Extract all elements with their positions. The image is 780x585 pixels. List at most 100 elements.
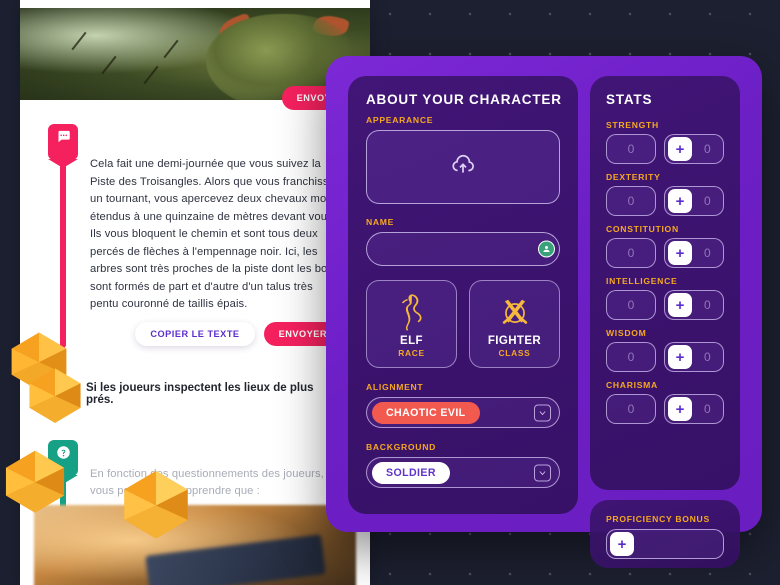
info-text-line-1: En fonction des questionnements des joue… bbox=[90, 467, 324, 498]
stats-card: STATS STRENGTH 0 + 0 DEXTERITY 0 + 0 CON… bbox=[590, 76, 740, 490]
stat-modifier-field[interactable]: + 0 bbox=[664, 134, 724, 164]
alignment-label: ALIGNMENT bbox=[366, 382, 424, 392]
chevron-down-icon[interactable] bbox=[534, 404, 551, 421]
stat-row-strength: STRENGTH 0 + 0 bbox=[606, 120, 724, 164]
stat-row-constitution: CONSTITUTION 0 + 0 bbox=[606, 224, 724, 268]
arrow-streak bbox=[71, 31, 87, 51]
appearance-label: APPEARANCE bbox=[366, 115, 434, 125]
chevron-down-icon[interactable] bbox=[534, 464, 551, 481]
increment-button[interactable]: + bbox=[668, 345, 692, 369]
cloud-upload-icon bbox=[450, 152, 476, 183]
stat-score-input[interactable]: 0 bbox=[606, 238, 656, 268]
stat-row-wisdom: WISDOM 0 + 0 bbox=[606, 328, 724, 372]
arrow-streak bbox=[163, 39, 179, 59]
stat-modifier-value: 0 bbox=[704, 246, 711, 260]
arrow-streak bbox=[143, 65, 159, 85]
increment-button[interactable]: + bbox=[668, 189, 692, 213]
increment-button[interactable]: + bbox=[668, 241, 692, 265]
race-selector[interactable]: ELF RACE bbox=[366, 280, 457, 368]
about-title: ABOUT YOUR CHARACTER bbox=[366, 92, 562, 107]
app-screenshot: ENVOYER Cela fait une demi-journée que v… bbox=[0, 0, 780, 585]
stat-inputs: 0 + 0 bbox=[606, 290, 724, 320]
stat-modifier-field[interactable]: + 0 bbox=[664, 238, 724, 268]
headline-card: Si les joueurs inspectent les lieux de p… bbox=[34, 370, 356, 416]
appearance-upload-dropzone[interactable] bbox=[366, 130, 560, 204]
stat-inputs: 0 + 0 bbox=[606, 186, 724, 216]
arrow-streak bbox=[101, 55, 117, 75]
race-name: ELF bbox=[400, 335, 423, 347]
goblin-ear-right bbox=[312, 12, 350, 40]
stats-body: STRENGTH 0 + 0 DEXTERITY 0 + 0 CONSTITUT… bbox=[590, 107, 740, 424]
sparkle-icon bbox=[48, 379, 76, 408]
stat-score-input[interactable]: 0 bbox=[606, 134, 656, 164]
document-body: Cela fait une demi-journée que vous suiv… bbox=[20, 100, 370, 585]
document-column: ENVOYER Cela fait une demi-journée que v… bbox=[20, 0, 370, 585]
name-label: NAME bbox=[366, 217, 395, 227]
proficiency-body: PROFICIENCY BONUS + bbox=[590, 500, 740, 559]
name-input[interactable] bbox=[366, 232, 560, 266]
stat-modifier-value: 0 bbox=[704, 402, 711, 416]
stat-score-input[interactable]: 0 bbox=[606, 186, 656, 216]
increment-button[interactable]: + bbox=[610, 532, 634, 556]
background-group: BACKGROUND SOLDIER bbox=[366, 442, 560, 488]
alignment-group: ALIGNMENT CHAOTIC EVIL bbox=[366, 382, 560, 428]
about-card: ABOUT YOUR CHARACTER APPEARANCE NAME ELF… bbox=[348, 76, 578, 514]
quote-button-row: COPIER LE TEXTE ENVOYER bbox=[50, 321, 344, 346]
alignment-select[interactable]: CHAOTIC EVIL bbox=[366, 397, 560, 428]
background-select[interactable]: SOLDIER bbox=[366, 457, 560, 488]
quote-rail bbox=[60, 156, 66, 348]
headline-text: Si les joueurs inspectent les lieux de p… bbox=[86, 381, 314, 406]
goblin-ear-left bbox=[215, 12, 255, 44]
stat-label: DEXTERITY bbox=[606, 172, 661, 182]
race-class-row: ELF RACE FIGHTER CLASS bbox=[366, 280, 560, 368]
background-value: SOLDIER bbox=[372, 461, 450, 484]
elf-silhouette-icon bbox=[395, 290, 429, 334]
proficiency-input[interactable]: + bbox=[606, 529, 724, 559]
stat-modifier-field[interactable]: + 0 bbox=[664, 394, 724, 424]
stat-inputs: 0 + 0 bbox=[606, 394, 724, 424]
stat-modifier-value: 0 bbox=[704, 298, 711, 312]
proficiency-bonus-card: PROFICIENCY BONUS + bbox=[590, 500, 740, 568]
stat-score-input[interactable]: 0 bbox=[606, 394, 656, 424]
class-caption: CLASS bbox=[498, 348, 531, 358]
stat-score-input[interactable]: 0 bbox=[606, 290, 656, 320]
stat-modifier-field[interactable]: + 0 bbox=[664, 290, 724, 320]
question-mark-icon bbox=[48, 439, 78, 484]
quote-card: Cela fait une demi-journée que vous suiv… bbox=[34, 112, 356, 358]
stat-modifier-value: 0 bbox=[704, 142, 711, 156]
stat-label: WISDOM bbox=[606, 328, 647, 338]
stat-row-intelligence: INTELLIGENCE 0 + 0 bbox=[606, 276, 724, 320]
stat-inputs: 0 + 0 bbox=[606, 342, 724, 372]
increment-button[interactable]: + bbox=[668, 397, 692, 421]
stat-label: CHARISMA bbox=[606, 380, 658, 390]
stat-row-charisma: CHARISMA 0 + 0 bbox=[606, 380, 724, 424]
stat-label: INTELLIGENCE bbox=[606, 276, 678, 286]
stats-title: STATS bbox=[606, 92, 653, 107]
background-label: BACKGROUND bbox=[366, 442, 437, 452]
stat-inputs: 0 + 0 bbox=[606, 238, 724, 268]
stat-modifier-field[interactable]: + 0 bbox=[664, 342, 724, 372]
stat-score-input[interactable]: 0 bbox=[606, 342, 656, 372]
proficiency-label: PROFICIENCY BONUS bbox=[606, 514, 710, 524]
character-sheet-panel: ABOUT YOUR CHARACTER APPEARANCE NAME ELF… bbox=[326, 56, 762, 568]
speech-bubble-icon bbox=[48, 124, 78, 168]
class-name: FIGHTER bbox=[487, 335, 542, 347]
stat-modifier-value: 0 bbox=[704, 350, 711, 364]
copy-text-button[interactable]: COPIER LE TEXTE bbox=[135, 321, 255, 346]
stat-inputs: 0 + 0 bbox=[606, 134, 724, 164]
alignment-value: CHAOTIC EVIL bbox=[372, 401, 480, 424]
stat-modifier-field[interactable]: + 0 bbox=[664, 186, 724, 216]
crossed-swords-icon bbox=[498, 290, 532, 334]
increment-button[interactable]: + bbox=[668, 137, 692, 161]
quote-text: Cela fait une demi-journée que vous suiv… bbox=[90, 158, 344, 310]
about-body: APPEARANCE NAME ELF RACE FIGHTER CLASS A… bbox=[348, 107, 578, 488]
user-badge-icon bbox=[538, 240, 555, 258]
scene-photo bbox=[34, 505, 356, 585]
class-selector[interactable]: FIGHTER CLASS bbox=[469, 280, 560, 368]
stat-label: CONSTITUTION bbox=[606, 224, 679, 234]
stat-row-dexterity: DEXTERITY 0 + 0 bbox=[606, 172, 724, 216]
race-caption: RACE bbox=[398, 348, 425, 358]
stat-modifier-value: 0 bbox=[704, 194, 711, 208]
increment-button[interactable]: + bbox=[668, 293, 692, 317]
stat-label: STRENGTH bbox=[606, 120, 659, 130]
